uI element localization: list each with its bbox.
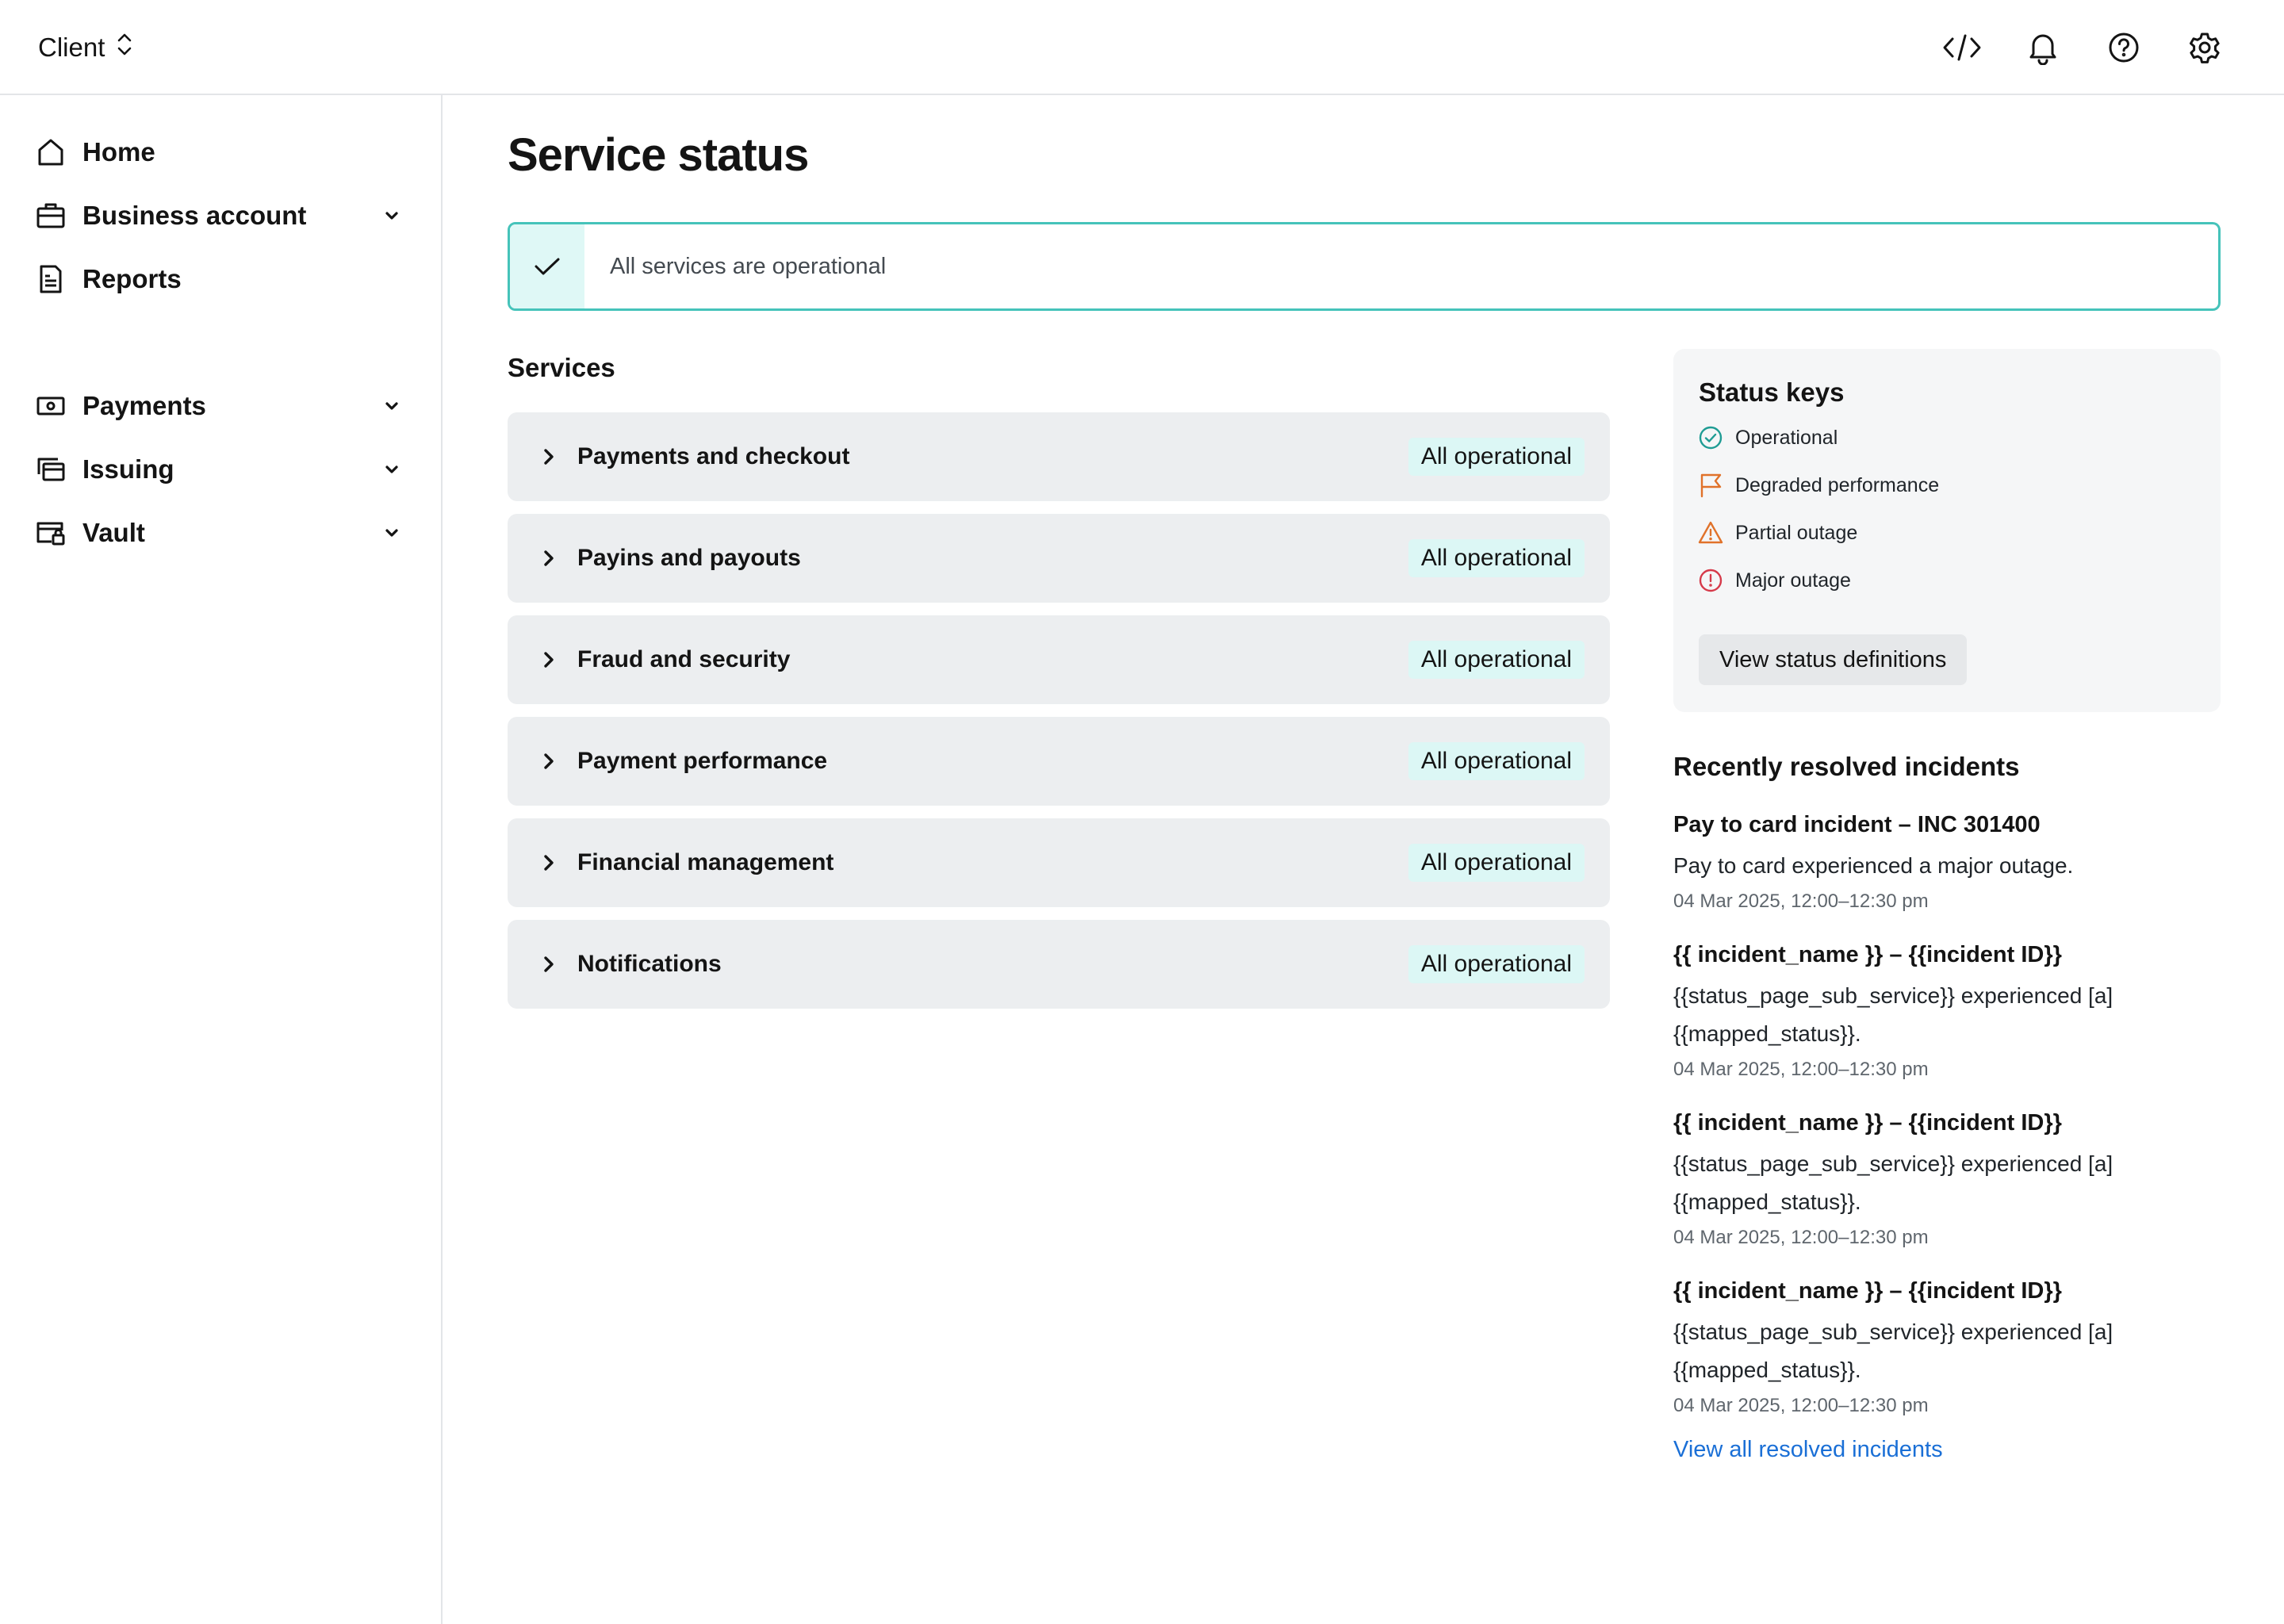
incident-title: {{ incident_name }} – {{incident ID}}: [1673, 1110, 2062, 1136]
sidebar-item-payments[interactable]: Payments: [35, 382, 408, 430]
incident-item: Pay to card incident – INC 301400 Pay to…: [1673, 809, 2221, 915]
sidebar-item-issuing[interactable]: Issuing: [35, 446, 408, 493]
incident-description-line: {{mapped_status}}.: [1673, 1358, 1861, 1382]
incident-time: 04 Mar 2025, 12:00–12:30 pm: [1673, 1059, 1929, 1080]
gear-icon[interactable]: [2181, 24, 2228, 71]
recent-incidents-heading: Recently resolved incidents: [1673, 752, 2020, 781]
status-banner: All services are operational: [508, 222, 2221, 311]
chevron-right-icon: [536, 850, 561, 875]
status-key-label: Operational: [1735, 426, 1838, 449]
check-icon: [510, 224, 584, 308]
service-row-notifications[interactable]: Notifications All operational: [508, 920, 1610, 1009]
banner-text: All services are operational: [610, 253, 887, 279]
service-row-payments-and-checkout[interactable]: Payments and checkout All operational: [508, 412, 1610, 501]
incident-title: {{ incident_name }} – {{incident ID}}: [1673, 942, 2062, 967]
status-badge: All operational: [1408, 641, 1585, 679]
view-all-incidents-link[interactable]: View all resolved incidents: [1673, 1437, 1943, 1463]
help-icon[interactable]: [2100, 24, 2148, 71]
bell-icon[interactable]: [2019, 24, 2067, 71]
incident-item: {{ incident_name }} – {{incident ID}} {{…: [1673, 1275, 2221, 1419]
incident-time: 04 Mar 2025, 12:00–12:30 pm: [1673, 1227, 1929, 1248]
service-name: Payins and payouts: [577, 545, 801, 571]
page-title: Service status: [508, 129, 809, 181]
client-switcher[interactable]: Client: [38, 29, 135, 67]
sidebar-item-label: Vault: [82, 518, 145, 547]
warning-icon: [1697, 519, 1724, 546]
incident-time: 04 Mar 2025, 12:00–12:30 pm: [1673, 1395, 1929, 1416]
service-name: Notifications: [577, 951, 722, 977]
incident-title: {{ incident_name }} – {{incident ID}}: [1673, 1278, 2062, 1304]
status-key-partial-outage: Partial outage: [1697, 517, 1857, 549]
sidebar-item-vault[interactable]: Vault: [35, 509, 408, 557]
incident-description-line: {{mapped_status}}.: [1673, 1021, 1861, 1046]
service-name: Payment performance: [577, 748, 828, 774]
incident-description-line: {{status_page_sub_service}} experienced …: [1673, 1151, 2113, 1176]
home-icon: [35, 136, 67, 168]
chevron-down-icon: [376, 517, 408, 549]
service-row-fraud-and-security[interactable]: Fraud and security All operational: [508, 615, 1610, 704]
status-badge: All operational: [1408, 844, 1585, 882]
service-row-payins-and-payouts[interactable]: Payins and payouts All operational: [508, 514, 1610, 603]
chevron-right-icon: [536, 749, 561, 774]
status-badge: All operational: [1408, 438, 1585, 476]
sidebar-item-reports[interactable]: Reports: [35, 255, 408, 303]
incident-title: Pay to card incident – INC 301400: [1673, 812, 2041, 837]
service-name: Fraud and security: [577, 646, 791, 672]
incident-description: {{status_page_sub_service}} experienced …: [1673, 1145, 2221, 1221]
incident-time: 04 Mar 2025, 12:00–12:30 pm: [1673, 891, 1929, 912]
cards-icon: [35, 454, 67, 485]
status-key-label: Major outage: [1735, 569, 1851, 592]
alert-circle-icon: [1697, 567, 1724, 594]
flag-icon: [1697, 472, 1724, 499]
status-badge: All operational: [1408, 945, 1585, 983]
check-circle-icon: [1697, 424, 1724, 451]
status-keys-card: Status keys Operational Degraded perform…: [1673, 349, 2221, 712]
status-keys-title: Status keys: [1699, 377, 1845, 407]
status-key-label: Degraded performance: [1735, 473, 1940, 496]
status-badge: All operational: [1408, 539, 1585, 577]
status-key-major-outage: Major outage: [1697, 565, 1851, 596]
incident-item: {{ incident_name }} – {{incident ID}} {{…: [1673, 939, 2221, 1083]
service-name: Payments and checkout: [577, 443, 850, 469]
sidebar-item-label: Reports: [82, 264, 182, 293]
sidebar-item-home[interactable]: Home: [35, 128, 408, 176]
chevron-down-icon: [376, 454, 408, 485]
client-label: Client: [38, 33, 105, 62]
services-heading: Services: [508, 353, 615, 382]
service-row-payment-performance[interactable]: Payment performance All operational: [508, 717, 1610, 806]
status-key-operational: Operational: [1697, 422, 1838, 454]
incident-description: {{status_page_sub_service}} experienced …: [1673, 1313, 2221, 1389]
status-key-label: Partial outage: [1735, 521, 1858, 544]
briefcase-icon: [35, 200, 67, 232]
chevron-right-icon: [536, 444, 561, 469]
code-icon[interactable]: [1938, 24, 1986, 71]
chevron-updown-icon: [114, 31, 135, 64]
service-row-financial-management[interactable]: Financial management All operational: [508, 818, 1610, 907]
sidebar-item-business-account[interactable]: Business account: [35, 192, 408, 239]
status-badge: All operational: [1408, 742, 1585, 780]
sidebar-item-label: Payments: [82, 391, 206, 420]
chevron-down-icon: [376, 200, 408, 232]
incident-description: {{status_page_sub_service}} experienced …: [1673, 977, 2221, 1053]
sidebar-item-label: Home: [82, 137, 155, 167]
service-name: Financial management: [577, 849, 834, 875]
chevron-right-icon: [536, 952, 561, 977]
chevron-right-icon: [536, 647, 561, 672]
incident-description-line: {{status_page_sub_service}} experienced …: [1673, 1320, 2113, 1344]
incident-description-line: {{mapped_status}}.: [1673, 1189, 1861, 1214]
vault-icon: [35, 517, 67, 549]
chevron-right-icon: [536, 546, 561, 571]
status-key-degraded: Degraded performance: [1697, 469, 1939, 501]
sidebar-item-label: Business account: [82, 201, 307, 230]
sidebar: Home Business account Reports Payments I…: [0, 95, 443, 1624]
view-status-definitions-button[interactable]: View status definitions: [1699, 634, 1968, 685]
top-bar: Client: [0, 0, 2284, 95]
sidebar-item-label: Issuing: [82, 454, 174, 484]
incident-description-line: {{status_page_sub_service}} experienced …: [1673, 983, 2113, 1008]
money-icon: [35, 390, 67, 422]
report-icon: [35, 263, 67, 295]
incident-item: {{ incident_name }} – {{incident ID}} {{…: [1673, 1107, 2221, 1251]
incident-description: Pay to card experienced a major outage.: [1673, 853, 2074, 878]
chevron-down-icon: [376, 390, 408, 422]
